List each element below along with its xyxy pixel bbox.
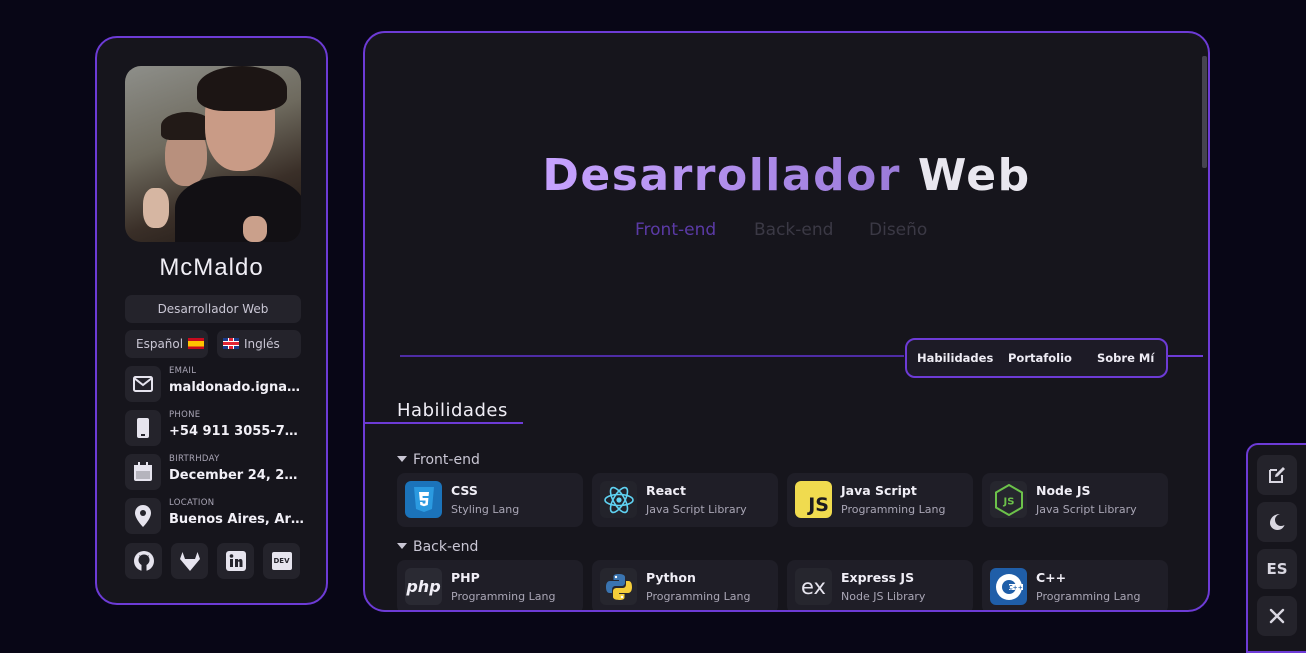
skill-title: CSS — [451, 483, 478, 498]
profile-sidebar: McMaldo Desarrollador Web Español Inglés… — [95, 36, 328, 605]
skill-subtitle: Programming Lang — [451, 590, 556, 603]
phone-icon — [125, 410, 161, 446]
location-pin-icon — [125, 498, 161, 534]
section-nav: Habilidades Portafolio Sobre Mí — [905, 338, 1168, 378]
contact-value: maldonado.ignacio... — [169, 380, 304, 395]
skill-card-python[interactable]: Python Programming Lang — [592, 560, 778, 610]
skills-title-underline — [365, 422, 523, 424]
express-icon: ex — [795, 568, 832, 605]
close-icon[interactable] — [1257, 596, 1297, 636]
skill-title: Express JS — [841, 570, 915, 585]
contact-location: LOCATION Buenos Aires, Arge... — [125, 498, 315, 534]
skill-card-nodejs[interactable]: JS Node JS Java Script Library — [982, 473, 1168, 527]
profile-role-badge: Desarrollador Web — [125, 295, 301, 323]
moon-icon[interactable] — [1257, 502, 1297, 542]
hero-title-part1: Desarrollador — [542, 150, 901, 201]
nodejs-icon-text: JS — [1002, 496, 1014, 507]
skill-subtitle: Styling Lang — [451, 503, 520, 516]
nav-item-sobre-mi[interactable]: Sobre Mí — [1097, 351, 1154, 365]
profile-name: McMaldo — [159, 254, 264, 281]
mail-icon — [125, 366, 161, 402]
skill-card-php[interactable]: php PHP Programming Lang — [397, 560, 583, 610]
skill-title: PHP — [451, 570, 480, 585]
skill-card-express[interactable]: ex Express JS Node JS Library — [787, 560, 973, 610]
skill-subtitle: Programming Lang — [1036, 590, 1141, 603]
profile-photo — [125, 66, 301, 242]
cplusplus-icon-text: C++ — [1008, 584, 1022, 591]
linkedin-icon[interactable] — [217, 543, 254, 579]
dev-icon[interactable]: DEV — [263, 543, 300, 579]
contact-email[interactable]: EMAIL maldonado.ignacio... — [125, 366, 315, 402]
contact-value: Buenos Aires, Arge... — [169, 512, 304, 527]
skill-card-css[interactable]: CSS Styling Lang — [397, 473, 583, 527]
dev-logo-text: DEV — [271, 552, 292, 570]
skill-title: Node JS — [1036, 483, 1091, 498]
python-icon — [600, 568, 637, 605]
subtab-design[interactable]: Diseño — [869, 220, 927, 240]
language-chip-spanish[interactable]: Español — [125, 330, 208, 358]
spain-flag-icon — [188, 338, 205, 349]
contact-birthday: BIRTRHDAY December 24, 2005 — [125, 454, 315, 490]
subtab-frontend[interactable]: Front-end — [635, 220, 716, 240]
react-icon — [600, 481, 637, 518]
uk-flag-icon — [223, 338, 239, 349]
gitlab-icon[interactable] — [171, 543, 208, 579]
nav-item-portafolio[interactable]: Portafolio — [1008, 351, 1072, 365]
floating-toolbar: ES — [1246, 443, 1306, 653]
language-chip-english[interactable]: Inglés — [217, 330, 301, 358]
contact-label: BIRTRHDAY — [169, 454, 220, 464]
skill-card-react[interactable]: React Java Script Library — [592, 473, 778, 527]
skill-title: C++ — [1036, 570, 1067, 585]
skill-title: Java Script — [841, 483, 917, 498]
javascript-icon: JS — [795, 481, 832, 518]
section-divider-right — [1168, 355, 1203, 357]
hero-title-part2: Web — [917, 150, 1031, 201]
skill-title: React — [646, 483, 686, 498]
cplusplus-icon: C++ — [990, 568, 1027, 605]
contact-label: PHONE — [169, 410, 201, 420]
edit-icon[interactable] — [1257, 455, 1297, 495]
php-icon: php — [405, 568, 442, 605]
language-label: Inglés — [244, 337, 280, 351]
calendar-icon — [125, 454, 161, 490]
language-toggle-button[interactable]: ES — [1257, 549, 1297, 589]
skill-group-backend[interactable]: Back-end — [397, 539, 478, 555]
main-panel: Desarrollador Web Front-end Back-end Dis… — [363, 31, 1210, 612]
language-label: Español — [136, 337, 184, 351]
css3-icon — [405, 481, 442, 518]
skill-card-javascript[interactable]: JS Java Script Programming Lang — [787, 473, 973, 527]
social-links: DEV — [125, 543, 301, 579]
contact-value: December 24, 2005 — [169, 468, 304, 483]
github-icon[interactable] — [125, 543, 162, 579]
nodejs-icon: JS — [990, 481, 1027, 518]
skill-card-cplusplus[interactable]: C++ C++ Programming Lang — [982, 560, 1168, 610]
contact-phone[interactable]: PHONE +54 911 3055-7307 — [125, 410, 315, 446]
skill-title: Python — [646, 570, 696, 585]
section-divider — [400, 355, 904, 357]
skills-title: Habilidades — [397, 400, 508, 421]
contact-label: LOCATION — [169, 498, 215, 508]
skill-subtitle: Node JS Library — [841, 590, 926, 603]
contact-value: +54 911 3055-7307 — [169, 424, 304, 439]
skill-group-frontend[interactable]: Front-end — [397, 452, 480, 468]
hero-title: Desarrollador Web — [365, 150, 1208, 201]
skill-subtitle: Java Script Library — [1036, 503, 1137, 516]
skill-subtitle: Java Script Library — [646, 503, 747, 516]
skill-subtitle: Programming Lang — [646, 590, 751, 603]
skill-subtitle: Programming Lang — [841, 503, 946, 516]
subtab-backend[interactable]: Back-end — [754, 220, 833, 240]
contact-label: EMAIL — [169, 366, 197, 376]
nav-item-habilidades[interactable]: Habilidades — [917, 351, 993, 365]
